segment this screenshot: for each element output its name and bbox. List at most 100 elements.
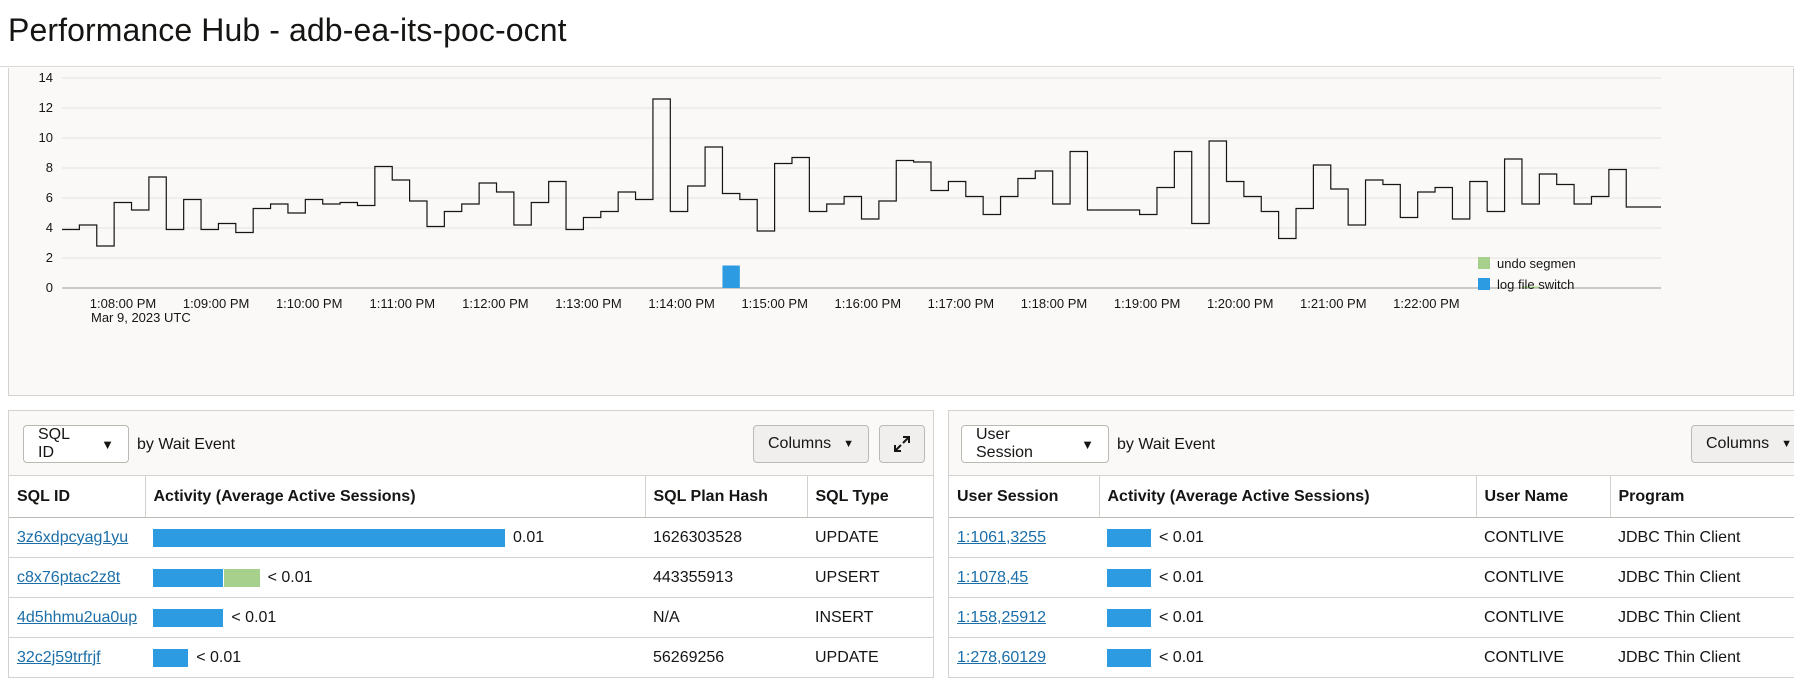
activity-bar-log-file-switch	[153, 608, 224, 627]
x-tick-label: 1:15:00 PM	[741, 296, 808, 311]
group-by-label: SQL ID	[38, 426, 70, 461]
table-row[interactable]: 1:278,60129 < 0.01 CONTLIVE JDBC Thin Clien…	[949, 637, 1794, 677]
user-session-link[interactable]: 1:1078,45	[957, 569, 1028, 586]
y-tick-label: 2	[46, 250, 53, 265]
y-tick-label: 6	[46, 190, 53, 205]
user-session-cell: 1:158,25912	[949, 597, 1099, 638]
legend-label[interactable]: log file switch	[1497, 277, 1574, 292]
user-session-panel: User Session ▼ by Wait Event Columns ▼ U…	[948, 410, 1794, 678]
sql-id-link[interactable]: 3z6xdpcyag1yu	[17, 529, 128, 546]
activity-bar[interactable]: < 0.01	[1107, 638, 1468, 677]
table-row[interactable]: 1:158,25912 < 0.01 CONTLIVE JDBC Thin Clien…	[949, 597, 1794, 638]
column-header-user-name[interactable]: User Name	[1476, 475, 1611, 518]
activity-cell: < 0.01	[1099, 517, 1476, 558]
activity-cell: < 0.01	[145, 557, 645, 598]
columns-button[interactable]: Columns ▼	[1691, 425, 1794, 463]
activity-bar[interactable]: < 0.01	[1107, 558, 1468, 597]
program-cell: JDBC Thin Client	[1610, 637, 1794, 677]
sql-type-cell: INSERT	[807, 597, 933, 638]
y-tick-label: 14	[39, 70, 53, 85]
column-header-activity[interactable]: Activity (Average Active Sessions)	[145, 475, 646, 518]
group-by-label: User Session	[976, 426, 1033, 461]
page-title: Performance Hub - adb-ea-its-poc-ocnt	[8, 12, 567, 48]
sql-type-cell: UPDATE	[807, 517, 933, 558]
activity-value: < 0.01	[267, 568, 313, 586]
legend-label[interactable]: undo segmen	[1497, 256, 1576, 271]
user-session-toolbar: User Session ▼ by Wait Event Columns ▼	[949, 411, 1794, 475]
program-cell: JDBC Thin Client	[1610, 597, 1794, 638]
activity-value: < 0.01	[1159, 648, 1204, 666]
activity-step-line	[62, 98, 1661, 247]
activity-cell: < 0.01	[1099, 597, 1476, 638]
user-session-link[interactable]: 1:158,25912	[957, 609, 1046, 626]
x-tick-label: 1:11:00 PM	[370, 296, 436, 311]
user-session-table: User Session Activity (Average Active Se…	[949, 475, 1794, 677]
activity-value: < 0.01	[1159, 608, 1204, 626]
activity-value: < 0.01	[1159, 528, 1204, 546]
user-name-cell: CONTLIVE	[1476, 637, 1610, 677]
user-session-link[interactable]: 1:1061,3255	[957, 529, 1046, 546]
table-header-row: User Session Activity (Average Active Se…	[949, 475, 1794, 518]
x-tick-label: 1:16:00 PM	[835, 296, 902, 311]
x-tick-label: 1:09:00 PM	[183, 296, 250, 311]
sql-id-link[interactable]: 32c2j59trfrjf	[17, 649, 101, 666]
table-row[interactable]: c8x76ptac2z8t < 0.01 443355913 UPSERT	[9, 557, 933, 598]
sql-type-cell: UPDATE	[807, 637, 933, 677]
x-tick-label: 1:08:00 PM	[90, 296, 157, 311]
x-tick-label: 1:17:00 PM	[928, 296, 995, 311]
columns-label: Columns	[768, 435, 832, 452]
sql-id-link[interactable]: c8x76ptac2z8t	[17, 569, 120, 586]
column-header-user-session[interactable]: User Session	[949, 475, 1100, 518]
x-tick-label: 1:13:00 PM	[555, 296, 622, 311]
y-tick-label: 12	[39, 100, 53, 115]
column-header-sql-id[interactable]: SQL ID	[9, 475, 146, 518]
group-by-sql-id-select[interactable]: SQL ID ▼	[23, 425, 129, 463]
activity-bar-log-file-switch	[1107, 528, 1151, 547]
expand-button[interactable]	[879, 425, 925, 463]
activity-bar-log-file-switch	[153, 648, 189, 667]
activity-bar[interactable]: 0.01	[153, 518, 637, 557]
user-name-cell: CONTLIVE	[1476, 597, 1610, 638]
activity-bar[interactable]: < 0.01	[153, 638, 637, 677]
table-row[interactable]: 1:1061,3255 < 0.01 CONTLIVE JDBC Thin Clien…	[949, 517, 1794, 558]
x-tick-label: 1:20:00 PM	[1207, 296, 1274, 311]
group-by-user-session-select[interactable]: User Session ▼	[961, 425, 1109, 463]
user-session-link[interactable]: 1:278,60129	[957, 649, 1046, 666]
by-wait-event-label: by Wait Event	[137, 436, 236, 453]
y-tick-label: 0	[46, 280, 53, 295]
event-bar[interactable]	[722, 265, 740, 289]
activity-bar-log-file-switch	[1107, 608, 1151, 627]
table-header-row: SQL ID Activity (Average Active Sessions…	[9, 475, 933, 518]
activity-bar[interactable]: < 0.01	[1107, 598, 1468, 637]
table-row[interactable]: 1:1078,45 < 0.01 CONTLIVE JDBC Thin Client	[949, 557, 1794, 598]
activity-bar-log-file-switch	[1107, 648, 1151, 667]
activity-bar[interactable]: < 0.01	[153, 558, 637, 597]
sql-id-cell: 4d5hhmu2ua0up	[9, 597, 145, 638]
column-header-sql-type[interactable]: SQL Type	[807, 475, 933, 518]
table-row[interactable]: 32c2j59trfrjf < 0.01 56269256 UPDATE	[9, 637, 933, 677]
column-header-activity[interactable]: Activity (Average Active Sessions)	[1099, 475, 1477, 518]
program-cell: JDBC Thin Client	[1610, 517, 1794, 558]
x-tick-label: 1:19:00 PM	[1114, 296, 1181, 311]
column-header-program[interactable]: Program	[1610, 475, 1794, 518]
x-tick-label: 1:12:00 PM	[462, 296, 529, 311]
sql-id-cell: 32c2j59trfrjf	[9, 637, 145, 677]
activity-cell: < 0.01	[145, 597, 645, 638]
column-header-sql-plan-hash[interactable]: SQL Plan Hash	[645, 475, 808, 518]
sql-id-link[interactable]: 4d5hhmu2ua0up	[17, 609, 137, 626]
user-name-cell: CONTLIVE	[1476, 557, 1610, 598]
sql-id-cell: c8x76ptac2z8t	[9, 557, 145, 598]
date-label: Mar 9, 2023 UTC	[91, 310, 191, 325]
activity-chart[interactable]: 0 2 4 6 8 10 12 14 1:08:00 PM 1:09:00 PM 1:10:00 P…	[9, 68, 1794, 396]
activity-cell: < 0.01	[1099, 557, 1476, 598]
table-row[interactable]: 4d5hhmu2ua0up < 0.01 N/A INSERT	[9, 597, 933, 638]
user-name-cell: CONTLIVE	[1476, 517, 1610, 558]
legend-swatch	[1478, 257, 1490, 269]
table-row[interactable]: 3z6xdpcyag1yu 0.01 1626303528 UPDATE	[9, 517, 933, 558]
x-tick-label: 1:10:00 PM	[276, 296, 343, 311]
activity-bar[interactable]: < 0.01	[1107, 518, 1468, 557]
activity-bar[interactable]: < 0.01	[153, 598, 637, 637]
activity-bar-undo-segment	[224, 568, 260, 587]
sql-id-table: SQL ID Activity (Average Active Sessions…	[9, 475, 933, 677]
columns-button[interactable]: Columns ▼	[753, 425, 869, 463]
